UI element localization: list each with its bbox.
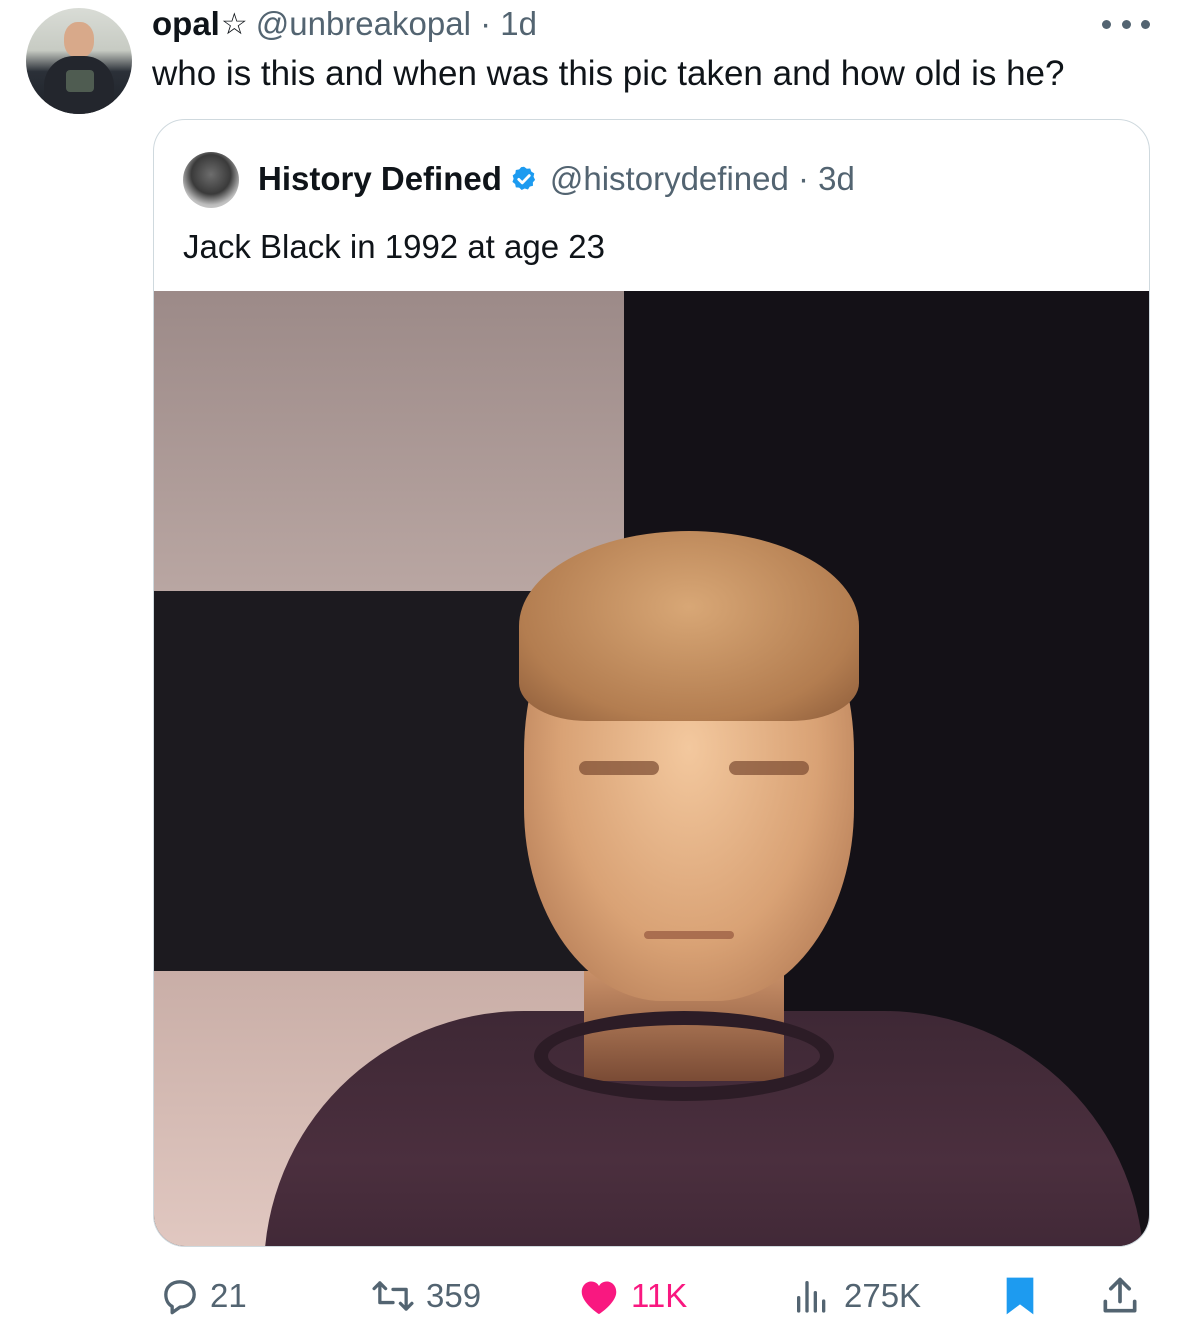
star-badge: ☆ xyxy=(220,7,248,41)
author-handle-timestamp[interactable]: @unbreakopal · 1d xyxy=(256,5,537,43)
more-icon[interactable] xyxy=(1102,10,1150,38)
photo-right-brow xyxy=(729,761,809,775)
like-button[interactable]: 11K xyxy=(577,1276,687,1316)
share-icon xyxy=(1098,1274,1142,1318)
quoted-tweet-text: Jack Black in 1992 at age 23 xyxy=(183,228,605,265)
view-count: 275K xyxy=(844,1277,922,1314)
photo-hair xyxy=(519,531,859,721)
views-button[interactable]: 275K xyxy=(790,1276,921,1316)
quoted-tweet-header: History Defined @historydefined · 3d xyxy=(258,156,855,202)
action-bar: 21 359 11K 275K xyxy=(0,1268,1179,1324)
author-name[interactable]: opal xyxy=(152,5,220,43)
more-dot xyxy=(1102,19,1111,29)
avatar-face xyxy=(64,22,94,58)
photo-background-panel xyxy=(154,291,624,591)
repost-count: 359 xyxy=(426,1277,482,1314)
share-button[interactable] xyxy=(1098,1274,1142,1318)
verified-icon xyxy=(510,165,538,193)
more-dot xyxy=(1141,19,1150,29)
author-avatar[interactable] xyxy=(26,8,132,114)
quoted-tweet-photo[interactable] xyxy=(154,291,1149,1246)
reply-count: 21 xyxy=(210,1277,247,1314)
photo-collar xyxy=(534,1011,834,1101)
quoted-author-name[interactable]: History Defined xyxy=(258,160,502,198)
heart-icon xyxy=(577,1276,621,1316)
analytics-icon xyxy=(790,1276,834,1316)
quoted-tweet[interactable]: History Defined @historydefined · 3d Jac… xyxy=(153,119,1150,1247)
like-count: 11K xyxy=(631,1277,688,1314)
repost-button[interactable]: 359 xyxy=(370,1276,481,1316)
photo-mouth xyxy=(644,931,734,939)
reply-icon xyxy=(160,1276,200,1316)
photo-left-brow xyxy=(579,761,659,775)
avatar-shirt-print xyxy=(66,70,94,92)
quoted-author-avatar[interactable] xyxy=(183,152,239,208)
repost-icon xyxy=(370,1276,416,1316)
reply-button[interactable]: 21 xyxy=(160,1276,247,1316)
tweet-text: who is this and when was this pic taken … xyxy=(152,54,1065,93)
quoted-author-handle-timestamp[interactable]: @historydefined · 3d xyxy=(550,160,855,198)
bookmark-icon xyxy=(1000,1274,1040,1318)
more-dot xyxy=(1121,19,1131,29)
tweet-header: opal ☆ @unbreakopal · 1d xyxy=(152,2,537,46)
bookmark-button[interactable] xyxy=(1000,1274,1040,1318)
